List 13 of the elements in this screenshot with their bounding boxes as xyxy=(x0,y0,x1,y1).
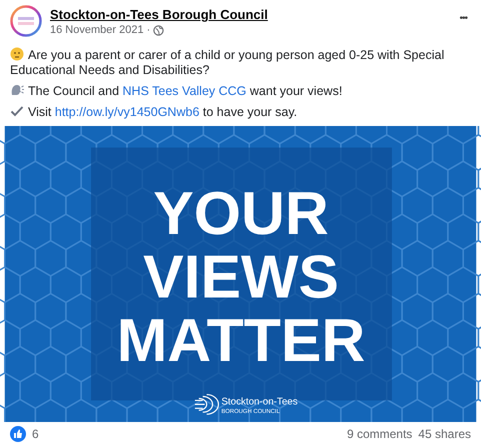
reaction-count[interactable]: 6 xyxy=(32,427,39,441)
more-options-button[interactable]: ••• xyxy=(455,13,471,24)
post-text: Visit http://ow.ly/vy1450GNwb6 to have your say. xyxy=(10,104,471,120)
post-text: Are you a parent or carer of a child or young person aged 0-25 with Special Educational Needs and Disabilities? xyxy=(10,47,446,78)
shares-count[interactable]: 45 shares xyxy=(418,427,471,441)
link[interactable]: http://ow.ly/vy1450GNwb6 xyxy=(54,105,200,119)
post-date[interactable]: 16 November 2021 xyxy=(50,24,144,36)
author-name[interactable]: Stockton-on-Tees Borough Council xyxy=(50,7,448,22)
logo-name: Stockton-on-Tees xyxy=(221,396,298,408)
comments-count[interactable]: 9 comments xyxy=(346,427,412,441)
post-text: The Council and NHS Tees Valley CCG want your views! xyxy=(10,83,471,99)
separator: · xyxy=(146,24,150,36)
link[interactable]: NHS Tees Valley CCG xyxy=(122,84,246,98)
